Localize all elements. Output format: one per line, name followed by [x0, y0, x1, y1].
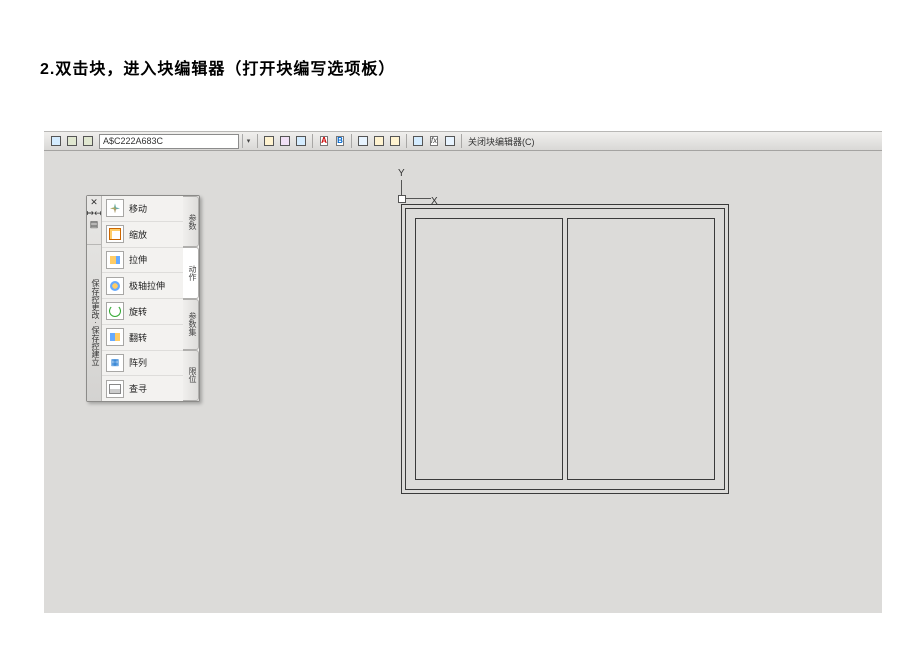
rotate-icon [106, 302, 124, 320]
toolbar-separator [312, 134, 313, 148]
toolbar-icon-saveas[interactable] [81, 134, 95, 148]
toolbar-icon-b[interactable]: B [333, 134, 347, 148]
array-icon: ▦ [106, 354, 124, 372]
block-name-dropdown[interactable]: ▾ [242, 134, 254, 148]
palette-tab-actions[interactable]: 动作 [183, 247, 199, 298]
panel-left-rect [415, 218, 563, 480]
block-geometry [401, 204, 729, 494]
toolbar-separator [461, 134, 462, 148]
palette-tab-params[interactable]: 参数 [183, 196, 199, 247]
palette-item-label: 查寻 [129, 382, 147, 395]
toolbar-separator [257, 134, 258, 148]
palette-dock-h-icon[interactable]: ↦↤ [86, 209, 101, 218]
toolbar-separator [351, 134, 352, 148]
stretch-icon [106, 251, 124, 269]
toolbar-icon-action[interactable] [278, 134, 292, 148]
toolbar-icon-vis3[interactable] [388, 134, 402, 148]
flip-icon [106, 328, 124, 346]
palette-item-flip[interactable]: 翻转 [102, 325, 183, 351]
palette-side-title: 保存控更改 · 保存控建立 [87, 245, 101, 401]
block-name-field[interactable]: A$C222A683C [99, 134, 239, 149]
palette-tabs: 参数 动作 参数集 限位 [183, 196, 199, 401]
palette-sidebar: ✕ ↦↤ ▤ 保存控更改 · 保存控建立 [87, 196, 102, 401]
section-heading: 2.双击块，进入块编辑器（打开块编写选项板） [40, 55, 395, 79]
palette-item-label: 拉伸 [129, 253, 147, 266]
palette-item-label: 极轴拉伸 [129, 279, 165, 292]
toolbar-icon-c3[interactable] [443, 134, 457, 148]
toolbar-icon-c1[interactable] [411, 134, 425, 148]
palette-tab-constraints[interactable]: 限位 [183, 350, 199, 401]
palette-close-icon[interactable]: ✕ [90, 198, 98, 207]
palette-item-label: 翻转 [129, 331, 147, 344]
palette-item-stretch[interactable]: 拉伸 [102, 248, 183, 274]
block-authoring-palette: ✕ ↦↤ ▤ 保存控更改 · 保存控建立 移动 缩放 拉伸 极轴拉伸 [86, 195, 200, 402]
palette-item-label: 阵列 [129, 356, 147, 369]
origin-marker [398, 195, 406, 203]
panel-right-rect [567, 218, 715, 480]
palette-dock-v-icon[interactable]: ▤ [90, 220, 99, 229]
palette-item-scale[interactable]: 缩放 [102, 222, 183, 248]
palette-actions-list: 移动 缩放 拉伸 极轴拉伸 旋转 翻转 ▦ [102, 196, 183, 401]
toolbar-icon-fx[interactable]: fx [427, 134, 441, 148]
toolbar-icon-1[interactable] [49, 134, 63, 148]
block-editor-screenshot: A$C222A683C ▾ A B fx 关闭块编辑器(C) ✕ ↦↤ ▤ 保存… [44, 131, 882, 613]
toolbar-icon-save[interactable] [65, 134, 79, 148]
scale-icon [106, 225, 124, 243]
palette-item-rotate[interactable]: 旋转 [102, 299, 183, 325]
lookup-icon [106, 380, 124, 398]
palette-item-label: 缩放 [129, 228, 147, 241]
polar-stretch-icon [106, 277, 124, 295]
toolbar-icon-vis1[interactable] [356, 134, 370, 148]
move-icon [106, 199, 124, 217]
block-editor-toolbar: A$C222A683C ▾ A B fx 关闭块编辑器(C) [44, 132, 882, 151]
palette-item-array[interactable]: ▦ 阵列 [102, 351, 183, 377]
toolbar-icon-vis2[interactable] [372, 134, 386, 148]
toolbar-icon-attr[interactable] [294, 134, 308, 148]
palette-item-polar-stretch[interactable]: 极轴拉伸 [102, 273, 183, 299]
toolbar-icon-param[interactable] [262, 134, 276, 148]
palette-item-move[interactable]: 移动 [102, 196, 183, 222]
palette-item-lookup[interactable]: 查寻 [102, 376, 183, 401]
close-block-editor[interactable]: 关闭块编辑器(C) [468, 135, 535, 148]
palette-tab-paramsets[interactable]: 参数集 [183, 299, 199, 350]
toolbar-separator [406, 134, 407, 148]
y-axis-label: Y [398, 168, 405, 179]
toolbar-icon-a[interactable]: A [317, 134, 331, 148]
palette-item-label: 移动 [129, 202, 147, 215]
palette-item-label: 旋转 [129, 305, 147, 318]
